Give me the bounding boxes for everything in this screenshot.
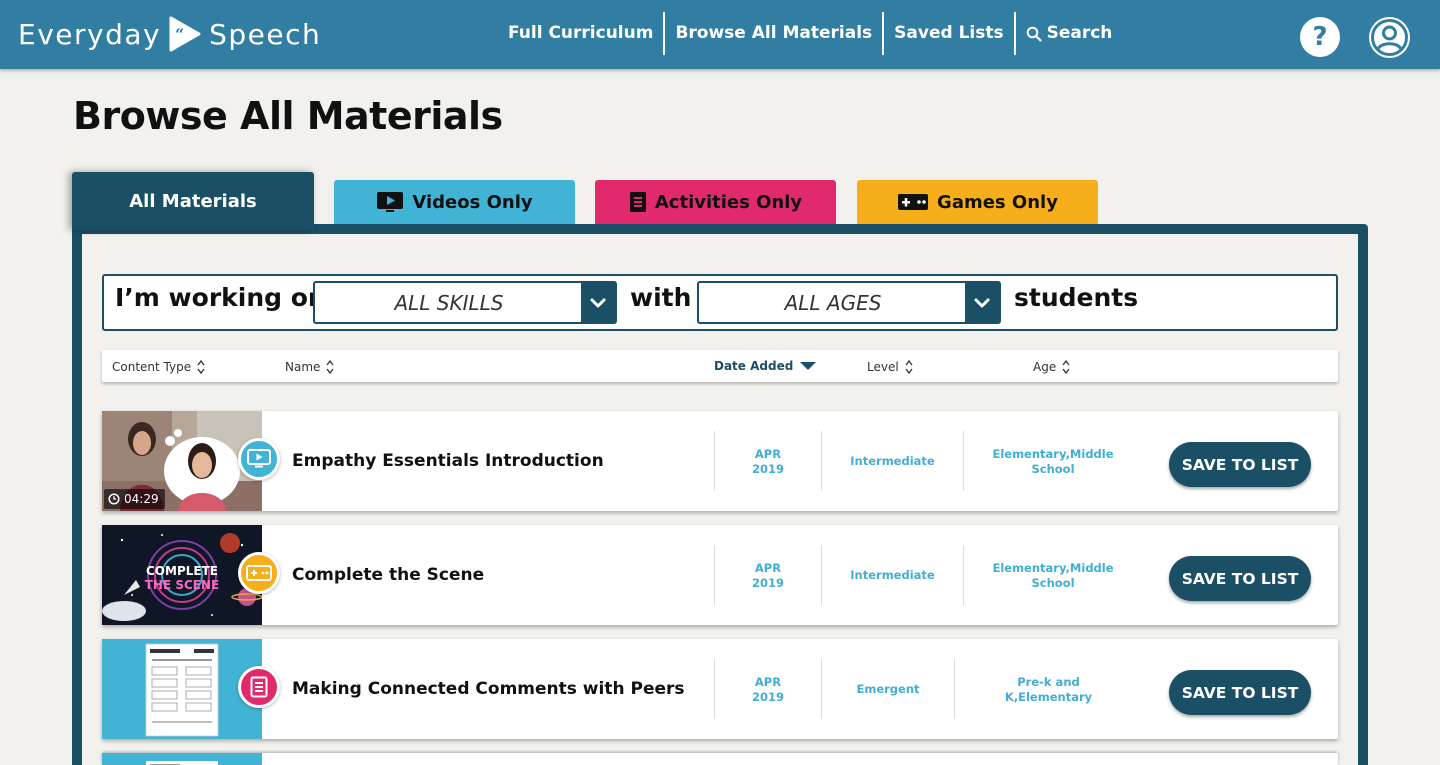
sort-label: Name <box>285 360 321 374</box>
sort-arrows-icon <box>197 359 205 375</box>
date-year: 2019 <box>751 462 784 476</box>
tab-label: Videos Only <box>412 191 533 213</box>
age-line: Elementary,Middle <box>992 447 1114 461</box>
date-month: APR <box>754 675 782 689</box>
material-title[interactable]: Complete the Scene <box>292 565 484 585</box>
video-duration: 04:29 <box>104 489 165 509</box>
date-added: APR 2019 <box>715 561 821 591</box>
brand-logo[interactable]: Everyday “ Speech <box>18 14 321 54</box>
nav-search[interactable]: Search <box>1016 12 1123 55</box>
sort-level[interactable]: Level <box>867 359 913 375</box>
age-range: Elementary,Middle School <box>964 447 1142 477</box>
game-type-icon <box>238 552 280 594</box>
main-nav: Full Curriculum Browse All Materials Sav… <box>498 12 1122 55</box>
sort-date-added[interactable]: Date Added <box>714 359 817 373</box>
sort-arrows-icon <box>905 359 913 375</box>
nav-browse-all-materials[interactable]: Browse All Materials <box>665 12 882 55</box>
nav-full-curriculum[interactable]: Full Curriculum <box>498 12 663 55</box>
level: Emergent <box>856 682 920 696</box>
sort-arrows-icon <box>1062 359 1070 375</box>
sort-age[interactable]: Age <box>1033 359 1070 375</box>
tab-label: All Materials <box>129 190 257 212</box>
video-type-icon <box>238 438 280 480</box>
speech-bubble-logo-icon: “ <box>169 16 201 52</box>
page-title: Browse All Materials <box>73 94 503 138</box>
skills-select[interactable]: ALL SKILLS <box>313 281 617 324</box>
clock-icon <box>108 493 120 505</box>
chevron-down-icon[interactable] <box>965 283 999 322</box>
age-line: Pre-k and <box>1017 675 1080 689</box>
search-icon <box>1026 26 1042 42</box>
level: Intermediate <box>850 568 935 582</box>
age-line: Elementary,Middle <box>992 561 1114 575</box>
sort-content-type[interactable]: Content Type <box>112 359 205 375</box>
activity-type-icon <box>238 666 280 708</box>
date-year: 2019 <box>751 576 784 590</box>
filter-prefix: I’m working on <box>115 283 326 312</box>
date-month: APR <box>754 447 782 461</box>
material-title[interactable]: Empathy Essentials Introduction <box>292 451 604 471</box>
tab-label: Games Only <box>937 191 1058 213</box>
age-line: School <box>1031 462 1075 476</box>
activity-thumbnail[interactable] <box>102 753 262 765</box>
save-to-list-button[interactable]: SAVE TO LIST <box>1169 556 1311 601</box>
material-title[interactable]: Making Connected Comments with Peers <box>292 679 685 699</box>
skills-select-value: ALL SKILLS <box>394 291 504 315</box>
material-row[interactable]: COMPLETE THE SCENE Complete the Scene AP… <box>102 525 1338 625</box>
sort-label: Date Added <box>714 359 794 373</box>
age-line: K,Elementary <box>1004 690 1093 704</box>
tab-all-materials[interactable]: All Materials <box>72 172 314 230</box>
video-icon <box>377 192 404 212</box>
svg-text:“: “ <box>175 25 186 44</box>
nav-search-label: Search <box>1046 23 1113 43</box>
thumb-caption-line1: COMPLETE <box>146 564 218 578</box>
sort-arrows-icon <box>326 359 334 375</box>
age-range: Pre-k and K,Elementary <box>955 675 1142 705</box>
filter-middle: with <box>630 283 692 312</box>
user-account-icon[interactable] <box>1369 17 1410 58</box>
save-to-list-button[interactable]: SAVE TO LIST <box>1169 442 1311 487</box>
tab-games-only[interactable]: Games Only <box>857 180 1098 224</box>
material-row[interactable]: 04:29 Empathy Essentials Introduction AP… <box>102 411 1338 511</box>
gamepad-icon <box>898 194 929 210</box>
sort-descending-icon <box>800 362 817 370</box>
save-to-list-button[interactable]: SAVE TO LIST <box>1169 670 1311 715</box>
age-line: School <box>1031 576 1075 590</box>
ages-select[interactable]: ALL AGES <box>697 281 1001 324</box>
thumb-caption-line2: THE SCENE <box>145 578 220 592</box>
duration-text: 04:29 <box>124 492 159 506</box>
tab-label: Activities Only <box>654 191 803 213</box>
date-added: APR 2019 <box>715 675 821 705</box>
ages-select-value: ALL AGES <box>784 291 882 315</box>
top-navigation-bar: Everyday “ Speech Full Curriculum Browse… <box>0 0 1440 69</box>
sort-label: Content Type <box>112 360 192 374</box>
tab-activities-only[interactable]: Activities Only <box>595 180 836 224</box>
material-row[interactable]: Making Connected Comments with Peers APR… <box>102 639 1338 739</box>
date-month: APR <box>754 561 782 575</box>
document-icon <box>629 192 646 212</box>
sort-label: Level <box>867 360 899 374</box>
date-year: 2019 <box>751 690 784 704</box>
sort-name[interactable]: Name <box>285 359 334 375</box>
material-row[interactable] <box>102 753 1338 765</box>
age-range: Elementary,Middle School <box>964 561 1142 591</box>
tab-videos-only[interactable]: Videos Only <box>334 180 575 224</box>
brand-word-everyday: Everyday <box>18 17 162 51</box>
level: Intermediate <box>850 454 935 468</box>
filter-suffix: students <box>1014 283 1139 312</box>
sort-label: Age <box>1033 360 1057 374</box>
nav-saved-lists[interactable]: Saved Lists <box>884 12 1013 55</box>
help-icon[interactable]: ? <box>1300 17 1340 57</box>
brand-word-speech: Speech <box>209 17 322 51</box>
chevron-down-icon[interactable] <box>581 283 615 322</box>
date-added: APR 2019 <box>715 447 821 477</box>
